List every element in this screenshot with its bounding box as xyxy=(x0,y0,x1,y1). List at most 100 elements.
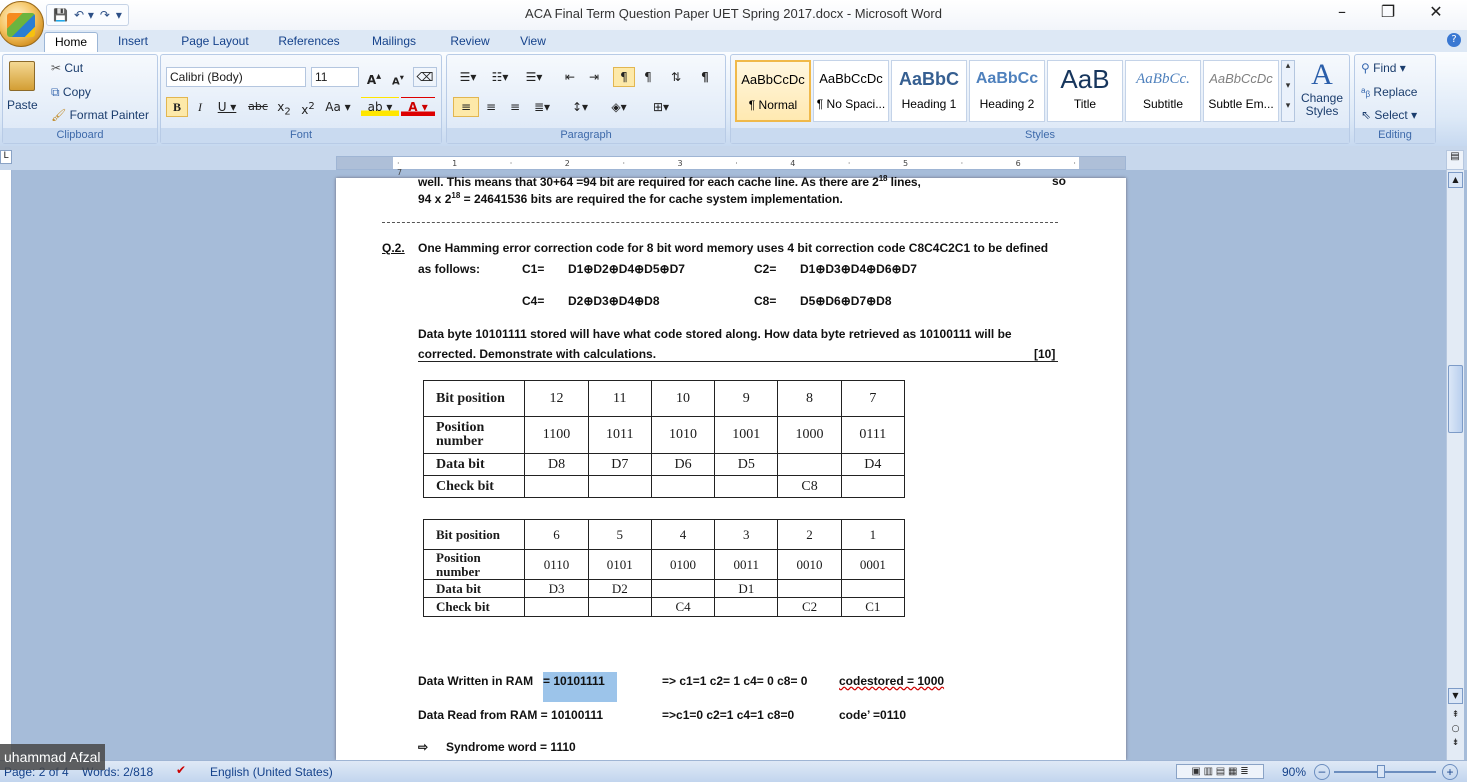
change-case-button[interactable]: Aa ▾ xyxy=(321,97,355,117)
tab-page-layout[interactable]: Page Layout xyxy=(172,32,258,52)
vertical-scrollbar[interactable] xyxy=(1446,170,1464,760)
italic-button[interactable]: I xyxy=(190,97,210,117)
tab-view[interactable]: View xyxy=(510,32,556,52)
underline-button[interactable]: U ▾ xyxy=(212,97,242,117)
table1-cell: D8 xyxy=(524,453,589,476)
document-page[interactable]: well. This means that 30+64 =94 bit are … xyxy=(336,174,1126,760)
table1-row-header: Check bit xyxy=(422,475,526,498)
change-styles-button[interactable]: A Change Styles xyxy=(1300,58,1344,128)
table1-row-header: Data bit xyxy=(422,453,526,476)
close-button[interactable]: ✕ xyxy=(1416,2,1456,24)
shrink-font-icon[interactable]: A▾ xyxy=(387,67,409,87)
table1-cell xyxy=(840,475,906,498)
table1-cell: 10 xyxy=(650,380,716,417)
replace-button[interactable]: ᵃᵦ Replace xyxy=(1361,85,1417,99)
decrease-indent-icon[interactable]: ⇤ xyxy=(559,67,581,87)
help-icon[interactable]: ? xyxy=(1447,33,1461,47)
cut-button[interactable]: ✂ Cut xyxy=(51,61,83,75)
proofing-icon[interactable]: ✔ xyxy=(176,763,186,777)
scroll-up-icon[interactable]: ▲ xyxy=(1448,172,1463,188)
zoom-slider-thumb[interactable] xyxy=(1377,765,1385,778)
strikethrough-button[interactable]: abc xyxy=(245,97,271,117)
style-normal[interactable]: AaBbCcDc ¶ Normal xyxy=(735,60,811,122)
select-button[interactable]: ⇖ Select ▾ xyxy=(1361,108,1417,122)
bullets-icon[interactable]: ☰▾ xyxy=(453,67,483,87)
copy-button[interactable]: ⧉ Copy xyxy=(51,85,91,100)
zoom-slider[interactable] xyxy=(1334,771,1436,773)
language[interactable]: English (United States) xyxy=(210,765,333,779)
table1-cell: 9 xyxy=(714,380,779,417)
styles-gallery-scroll[interactable]: ▴ ▾ ▾ xyxy=(1281,60,1295,122)
editing-group: ⚲ Find ▾ ᵃᵦ Replace ⇖ Select ▾ Editing xyxy=(1354,54,1436,144)
font-size-select[interactable]: 11 xyxy=(311,67,359,87)
c8-formula: D5⊕D6⊕D7⊕D8 xyxy=(800,294,892,308)
marks: [10] xyxy=(1034,347,1056,361)
left-margin xyxy=(337,157,393,169)
horizontal-ruler[interactable]: · 1 · 2 · 3 · 4 · 5 · 6 · 7 xyxy=(336,156,1126,177)
browse-object-icon[interactable]: ⇞ ○ ⇟ xyxy=(1448,708,1463,750)
style-no-spacing[interactable]: AaBbCcDc ¶ No Spaci... xyxy=(813,60,889,122)
table2-cell: 0110 xyxy=(524,549,589,580)
tab-selector-icon[interactable]: L xyxy=(0,150,12,164)
justify-icon[interactable]: ≣▾ xyxy=(527,97,557,117)
shading-icon[interactable]: ◈▾ xyxy=(601,97,637,117)
table2-cell: 5 xyxy=(587,519,652,550)
line-spacing-icon[interactable]: ↕▾ xyxy=(565,97,595,117)
grow-font-icon[interactable]: A▴ xyxy=(363,67,385,87)
table2-cell xyxy=(840,579,906,598)
font-color-button[interactable]: A ▾ xyxy=(401,97,435,117)
paste-button[interactable]: Paste xyxy=(7,98,38,112)
tab-mailings[interactable]: Mailings xyxy=(362,32,426,52)
table2-cell: C4 xyxy=(650,597,716,617)
tab-references[interactable]: References xyxy=(270,32,348,52)
copy-icon: ⧉ xyxy=(51,85,63,99)
tab-insert[interactable]: Insert xyxy=(110,32,156,52)
syndrome-arrow-icon: ⇨ xyxy=(418,740,429,754)
sort-icon[interactable]: ⇅ xyxy=(665,67,687,87)
rtl-icon[interactable]: ¶ xyxy=(637,67,659,87)
scroll-down-icon[interactable]: ▼ xyxy=(1448,688,1463,704)
multilevel-list-icon[interactable]: ☰▾ xyxy=(517,67,551,87)
format-painter-button[interactable]: 🖌 Format Painter xyxy=(51,108,149,122)
style-heading-1[interactable]: AaBbC Heading 1 xyxy=(891,60,967,122)
clear-formatting-icon[interactable]: ⌫ xyxy=(413,67,437,87)
zoom-out-button[interactable]: – xyxy=(1314,764,1330,780)
style-heading-2[interactable]: AaBbCc Heading 2 xyxy=(969,60,1045,122)
tab-home[interactable]: Home xyxy=(44,32,98,52)
highlight-color-button[interactable]: ab ▾ xyxy=(361,97,399,117)
style-subtle-emphasis[interactable]: AaBbCcDc Subtle Em... xyxy=(1203,60,1279,122)
show-formatting-marks-icon[interactable]: ¶ xyxy=(693,67,717,87)
borders-icon[interactable]: ⊞▾ xyxy=(643,97,679,117)
zoom-level[interactable]: 90% xyxy=(1282,765,1306,779)
brush-icon: 🖌 xyxy=(51,108,70,122)
style-subtitle[interactable]: AaBbCc. Subtitle xyxy=(1125,60,1201,122)
view-buttons[interactable]: ▣ ▥ ▤ ▦ ≣ xyxy=(1176,764,1264,779)
style-title[interactable]: AaB Title xyxy=(1047,60,1123,122)
font-group: Calibri (Body) 11 A▴ A▾ ⌫ B I U ▾ abc x2… xyxy=(160,54,442,144)
scroll-thumb[interactable] xyxy=(1448,365,1463,433)
office-button[interactable] xyxy=(0,1,44,47)
paste-icon[interactable] xyxy=(9,61,35,91)
table1-cell: 7 xyxy=(840,380,906,417)
align-left-icon[interactable]: ≡ xyxy=(453,97,479,117)
center-icon[interactable]: ≡ xyxy=(479,97,503,117)
table2-row-header: Position number xyxy=(422,549,526,580)
align-right-icon[interactable]: ≡ xyxy=(503,97,527,117)
bold-button[interactable]: B xyxy=(166,97,188,117)
ruler-toggle-icon[interactable]: ▤ xyxy=(1446,150,1464,170)
minimize-button[interactable]: – xyxy=(1322,2,1362,24)
numbering-icon[interactable]: ☷▾ xyxy=(485,67,515,87)
find-button[interactable]: ⚲ Find ▾ xyxy=(1361,61,1406,75)
tab-review[interactable]: Review xyxy=(442,32,498,52)
font-name-select[interactable]: Calibri (Body) xyxy=(166,67,306,87)
table2-cell: D3 xyxy=(524,579,589,598)
restore-button[interactable]: ❐ xyxy=(1368,2,1408,24)
ltr-icon[interactable]: ¶ xyxy=(613,67,635,87)
subscript-button[interactable]: x2 xyxy=(273,97,295,117)
written-value-selected[interactable]: = 10101111 xyxy=(543,672,617,702)
table1-row: Position number 1100 1011 1010 1001 1000 0111 xyxy=(422,416,906,454)
superscript-button[interactable]: x2 xyxy=(297,97,319,117)
increase-indent-icon[interactable]: ⇥ xyxy=(583,67,605,87)
vertical-ruler[interactable] xyxy=(0,170,12,760)
zoom-in-button[interactable]: + xyxy=(1442,764,1458,780)
